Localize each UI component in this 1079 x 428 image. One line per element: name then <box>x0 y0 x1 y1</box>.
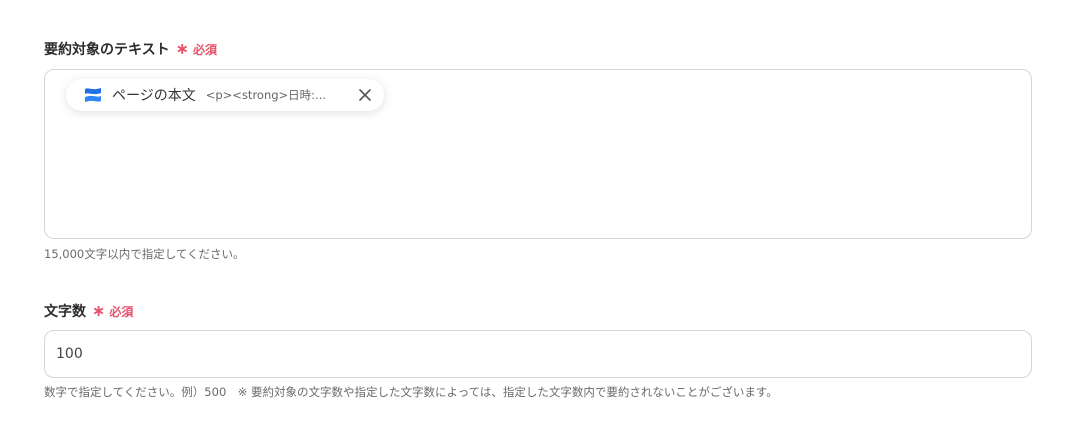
chip-title: ページの本文 <box>112 88 196 104</box>
char-count-label-row: 文字数 ∗ 必須 <box>44 301 133 321</box>
variable-chip[interactable]: ページの本文 <p><strong>日時:... <box>66 79 384 111</box>
summary-text-area[interactable]: ページの本文 <p><strong>日時:... <box>44 69 1032 239</box>
close-icon[interactable] <box>356 86 374 104</box>
char-count-label: 文字数 <box>44 304 86 320</box>
summary-field-label: 要約対象のテキスト <box>44 42 170 58</box>
chip-value: <p><strong>日時:... <box>205 88 327 102</box>
summary-field-label-row: 要約対象のテキスト ∗ 必須 <box>44 39 217 59</box>
required-star: ∗ <box>92 301 106 320</box>
required-star: ∗ <box>175 39 189 58</box>
summary-field-help: 15,000文字以内で指定してください。 <box>44 247 245 261</box>
char-count-input[interactable]: 100 <box>44 330 1032 378</box>
required-badge: 必須 <box>109 304 134 319</box>
confluence-icon <box>82 84 104 106</box>
char-count-help: 数字で指定してください。例）500 ※ 要約対象の文字数や指定した文字数によって… <box>44 385 778 399</box>
required-badge: 必須 <box>193 42 218 57</box>
